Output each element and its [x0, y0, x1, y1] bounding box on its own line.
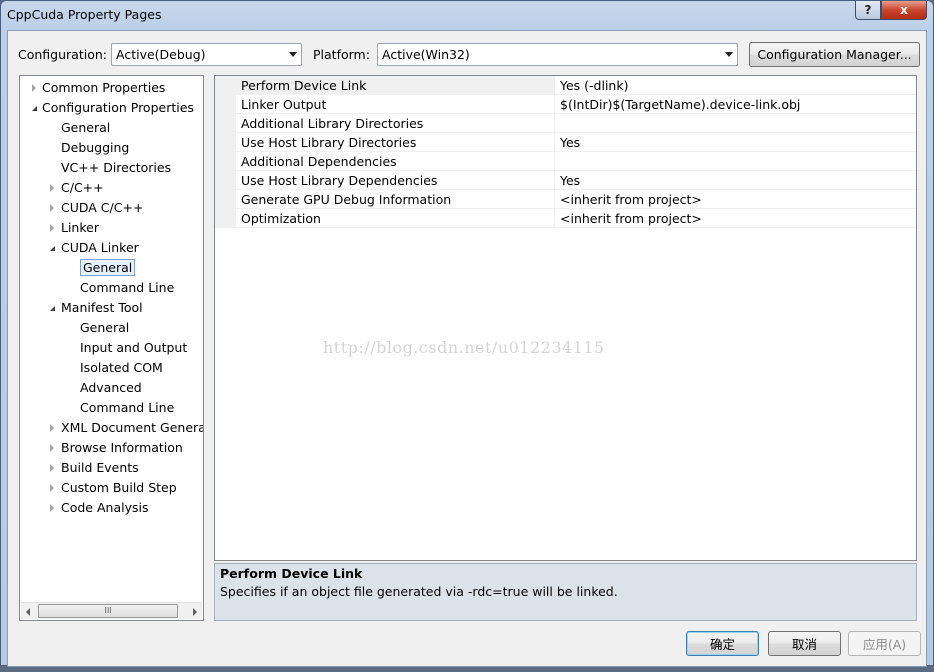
- property-tree: Common Properties Configuration Properti…: [19, 75, 204, 621]
- property-value[interactable]: $(IntDir)$(TargetName).device-link.obj: [560, 97, 800, 112]
- property-value[interactable]: Yes: [560, 173, 580, 188]
- window-title: CppCuda Property Pages: [7, 7, 162, 22]
- property-grid: Perform Device Link Yes (-dlink) Linker …: [214, 75, 917, 561]
- expand-arrow-icon[interactable]: [32, 84, 36, 92]
- grid-row-optimization[interactable]: Optimization <inherit from project>: [215, 209, 916, 228]
- tree-item-configuration-properties[interactable]: Configuration Properties: [32, 98, 194, 117]
- title-buttons: ? x: [855, 1, 927, 21]
- platform-label: Platform:: [313, 47, 370, 62]
- tree-horizontal-scrollbar[interactable]: III: [21, 602, 202, 619]
- close-icon: x: [900, 3, 908, 17]
- chevron-down-icon: [289, 52, 297, 57]
- tree-item-advanced[interactable]: Advanced: [80, 378, 142, 397]
- tree-item-manifest-command-line[interactable]: Command Line: [80, 398, 174, 417]
- tree-item-common-properties[interactable]: Common Properties: [32, 78, 165, 97]
- tree-item-general[interactable]: General: [61, 118, 110, 137]
- apply-button[interactable]: 应用(A): [848, 631, 921, 656]
- tree-item-debugging[interactable]: Debugging: [61, 138, 129, 157]
- description-panel: Perform Device Link Specifies if an obje…: [214, 563, 917, 621]
- grid-row-use-host-library-directories[interactable]: Use Host Library Directories Yes: [215, 133, 916, 152]
- expand-arrow-icon[interactable]: [50, 484, 54, 492]
- tree-item-cuda-c-cpp[interactable]: CUDA C/C++: [50, 198, 143, 217]
- cancel-button[interactable]: 取消: [768, 631, 841, 656]
- grid-row-additional-library-directories[interactable]: Additional Library Directories: [215, 114, 916, 133]
- description-text: Specifies if an object file generated vi…: [220, 584, 618, 599]
- collapse-arrow-icon[interactable]: [50, 246, 55, 251]
- configuration-value: Active(Debug): [116, 47, 206, 62]
- property-name: Generate GPU Debug Information: [241, 192, 452, 207]
- property-name: Optimization: [241, 211, 321, 226]
- property-value[interactable]: Yes: [560, 135, 580, 150]
- tree-item-build-events[interactable]: Build Events: [50, 458, 139, 477]
- collapse-arrow-icon[interactable]: [50, 306, 55, 311]
- tree-item-cuda-linker-general[interactable]: General: [80, 258, 136, 277]
- tree-item-linker[interactable]: Linker: [50, 218, 99, 237]
- tree-item-manifest-general[interactable]: General: [80, 318, 129, 337]
- property-name: Use Host Library Directories: [241, 135, 417, 150]
- tree-item-vc-directories[interactable]: VC++ Directories: [61, 158, 171, 177]
- tree-item-code-analysis[interactable]: Code Analysis: [50, 498, 148, 517]
- grid-row-perform-device-link[interactable]: Perform Device Link Yes (-dlink): [215, 76, 916, 95]
- scroll-left-icon[interactable]: [26, 608, 30, 616]
- expand-arrow-icon[interactable]: [50, 424, 54, 432]
- property-name: Linker Output: [241, 97, 327, 112]
- help-button[interactable]: ?: [855, 1, 881, 20]
- help-icon: ?: [864, 3, 872, 17]
- ok-button[interactable]: 确定: [686, 631, 759, 656]
- close-button[interactable]: x: [881, 1, 927, 20]
- tree-item-c-cpp[interactable]: C/C++: [50, 178, 104, 197]
- grid-row-additional-dependencies[interactable]: Additional Dependencies: [215, 152, 916, 171]
- tree-item-xml-document-generator[interactable]: XML Document Generat: [50, 418, 203, 437]
- dialog-client-area: Configuration: Active(Debug) Platform: A…: [7, 30, 927, 667]
- grid-row-use-host-library-dependencies[interactable]: Use Host Library Dependencies Yes: [215, 171, 916, 190]
- tree-item-cuda-linker-command-line[interactable]: Command Line: [80, 278, 174, 297]
- expand-arrow-icon[interactable]: [50, 444, 54, 452]
- title-bar[interactable]: CppCuda Property Pages ? x: [1, 1, 933, 29]
- configuration-manager-button[interactable]: Configuration Manager...: [749, 42, 920, 67]
- expand-arrow-icon[interactable]: [50, 184, 54, 192]
- property-name: Additional Library Directories: [241, 116, 424, 131]
- description-title: Perform Device Link: [220, 566, 363, 581]
- tree-item-cuda-linker[interactable]: CUDA Linker: [50, 238, 139, 257]
- property-name: Additional Dependencies: [241, 154, 397, 169]
- collapse-arrow-icon[interactable]: [32, 106, 37, 111]
- expand-arrow-icon[interactable]: [50, 204, 54, 212]
- chevron-down-icon: [725, 52, 733, 57]
- grid-row-generate-gpu-debug-information[interactable]: Generate GPU Debug Information <inherit …: [215, 190, 916, 209]
- property-name: Perform Device Link: [241, 78, 367, 93]
- expand-arrow-icon[interactable]: [50, 464, 54, 472]
- tree-item-isolated-com[interactable]: Isolated COM: [80, 358, 163, 377]
- property-value[interactable]: <inherit from project>: [560, 192, 702, 207]
- tree-item-browse-information[interactable]: Browse Information: [50, 438, 183, 457]
- scrollbar-thumb[interactable]: III: [38, 604, 178, 618]
- expand-arrow-icon[interactable]: [50, 504, 54, 512]
- property-value[interactable]: <inherit from project>: [560, 211, 702, 226]
- grid-row-linker-output[interactable]: Linker Output $(IntDir)$(TargetName).dev…: [215, 95, 916, 114]
- platform-value: Active(Win32): [382, 47, 470, 62]
- configuration-select[interactable]: Active(Debug): [111, 43, 302, 66]
- property-pages-window: CppCuda Property Pages ? x Configuration…: [0, 0, 934, 667]
- tree-item-custom-build-step[interactable]: Custom Build Step: [50, 478, 177, 497]
- scroll-right-icon[interactable]: [193, 608, 197, 616]
- property-value[interactable]: Yes (-dlink): [560, 78, 628, 93]
- property-name: Use Host Library Dependencies: [241, 173, 438, 188]
- watermark-text: http://blog.csdn.net/u012234115: [323, 338, 605, 357]
- expand-arrow-icon[interactable]: [50, 224, 54, 232]
- tree-item-manifest-tool[interactable]: Manifest Tool: [50, 298, 143, 317]
- platform-select[interactable]: Active(Win32): [377, 43, 738, 66]
- tree-item-input-and-output[interactable]: Input and Output: [80, 338, 187, 357]
- configuration-label: Configuration:: [18, 47, 107, 62]
